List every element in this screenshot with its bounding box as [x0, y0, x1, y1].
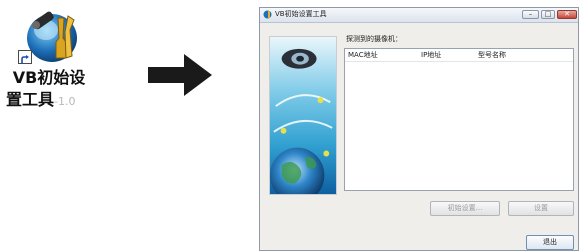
column-header-ip[interactable]: IP地址	[421, 50, 441, 60]
shortcut-label-line2: 置工具-1.0	[6, 90, 92, 112]
settings-button[interactable]: 设置	[508, 201, 574, 216]
app-icon	[263, 10, 272, 19]
camera-tools-icon	[27, 11, 77, 62]
initial-settings-button[interactable]: 初始设置...	[430, 201, 500, 216]
banner-image	[269, 36, 337, 195]
camera-list[interactable]: MAC地址 IP地址 型号名称	[344, 48, 574, 191]
maximize-icon: □	[544, 10, 552, 18]
exit-button[interactable]: 退出	[526, 235, 574, 250]
shortcut-label-text: 置工具	[6, 90, 55, 109]
right-arrow-icon	[148, 54, 212, 96]
shortcut-overlay-icon	[18, 50, 32, 64]
title-bar[interactable]: VB初始设置工具 – □ ✕	[260, 8, 578, 23]
minimize-icon: –	[528, 10, 533, 18]
window-client: 探测到的摄像机： MAC地址 IP地址 型号名称 初始设置... 设置 退出	[260, 23, 578, 250]
shortcut-label-line1: VB初始设	[12, 68, 86, 87]
window-title: VB初始设置工具	[275, 10, 327, 18]
column-header-mac[interactable]: MAC地址	[348, 50, 378, 60]
maximize-button[interactable]: □	[541, 10, 555, 19]
shortcut-version: -1.0	[54, 95, 76, 108]
detected-cameras-label: 探测到的摄像机：	[346, 35, 402, 43]
list-header: MAC地址 IP地址 型号名称	[345, 49, 573, 62]
column-header-model[interactable]: 型号名称	[478, 50, 506, 60]
close-button[interactable]: ✕	[557, 10, 577, 19]
app-window: VB初始设置工具 – □ ✕ 探测到的摄像机： MAC地址 IP地址 型号名称 …	[259, 7, 579, 251]
minimize-button[interactable]: –	[522, 10, 539, 19]
close-icon: ✕	[564, 10, 570, 18]
desktop-shortcut[interactable]: VB初始设 置工具-1.0	[6, 8, 92, 120]
